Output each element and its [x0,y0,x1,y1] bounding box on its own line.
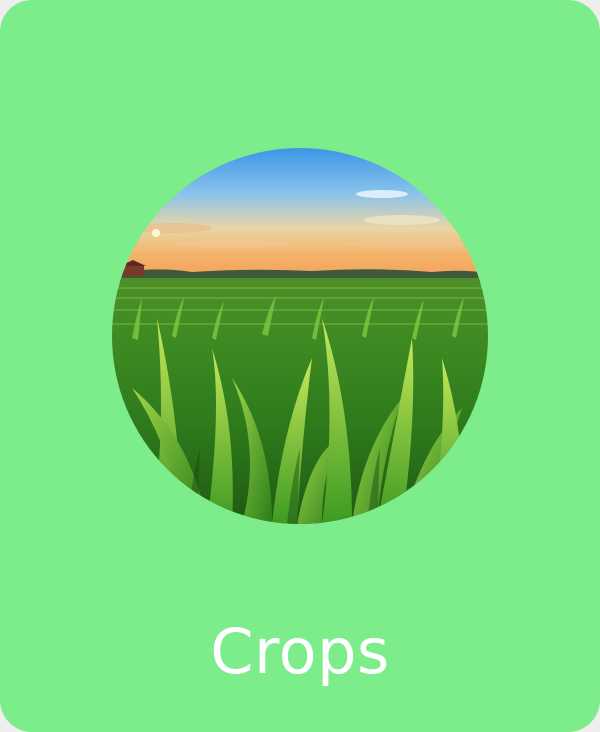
card-title: Crops [210,615,390,688]
crops-photo [112,148,488,524]
cornfield-image [112,148,488,524]
category-card-crops[interactable]: Crops [0,0,600,732]
